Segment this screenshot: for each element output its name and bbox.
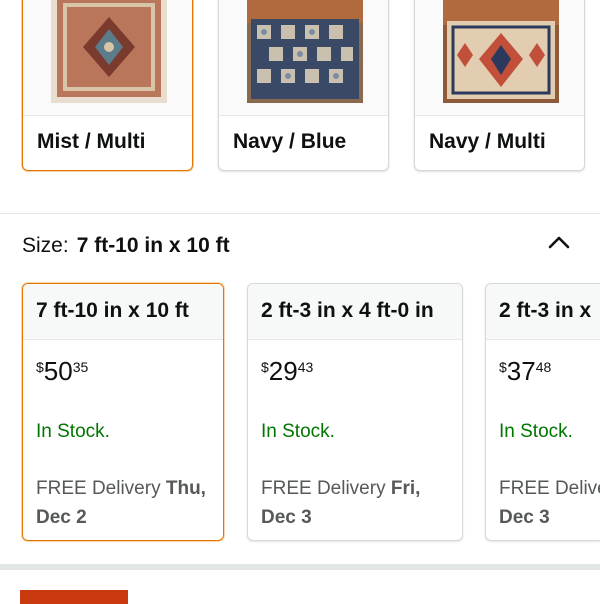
- rug-image-icon: [247, 0, 363, 103]
- delivery-date: Dec 3: [261, 507, 312, 528]
- rug-image-icon: [443, 0, 559, 103]
- price-currency: $: [499, 359, 507, 375]
- delivery-day: Fri,: [390, 478, 421, 499]
- stock-status: In Stock.: [261, 421, 335, 442]
- chevron-up-icon[interactable]: [545, 228, 573, 256]
- delivery-day: Thu,: [165, 478, 206, 499]
- size-label: Size:: [22, 234, 69, 257]
- price-fraction: 35: [72, 359, 89, 375]
- price-whole: 29: [268, 356, 298, 386]
- color-option-label: Navy / Multi: [415, 115, 584, 170]
- rug-thumbnail: [415, 0, 584, 115]
- rug-thumbnail: [219, 0, 388, 115]
- selected-size-value: 7 ft-10 in x 10 ft: [76, 234, 230, 257]
- color-option-navy-multi[interactable]: Navy / Multi: [414, 0, 585, 171]
- price-whole: 37: [506, 356, 536, 386]
- rug-thumbnail: [23, 0, 192, 115]
- size-option-title: 7 ft-10 in x 10 ft: [23, 284, 223, 340]
- price: $2943: [261, 356, 313, 387]
- color-option-label: Mist / Multi: [23, 115, 192, 170]
- delivery-date: Dec 2: [36, 507, 87, 528]
- price-fraction: 48: [535, 359, 552, 375]
- color-option-navy-blue[interactable]: Navy / Blue: [218, 0, 389, 171]
- delivery-info: FREE Delivery Thu, Dec 2: [36, 474, 206, 532]
- color-option-mist-multi[interactable]: Mist / Multi: [22, 0, 193, 171]
- price: $5035: [36, 356, 88, 387]
- delivery-prefix: FREE Delivery: [36, 478, 166, 499]
- stock-status: In Stock.: [499, 421, 573, 442]
- rug-image-icon: [51, 0, 167, 103]
- size-option-card[interactable]: 2 ft-3 in x 4 ft-0 in $2943 In Stock. FR…: [247, 283, 463, 541]
- size-option-title: 2 ft-3 in x: [486, 284, 600, 340]
- size-option-title: 2 ft-3 in x 4 ft-0 in: [248, 284, 462, 340]
- delivery-info: FREE Delivery Fri, Dec 3: [261, 474, 420, 532]
- delivery-info: FREE Delive Dec 3: [499, 474, 600, 532]
- delivery-prefix: FREE Delivery: [261, 478, 391, 499]
- color-options-row: Mist / Multi Navy / Blue Navy / Multi: [0, 0, 600, 190]
- size-selector-header: Size: 7 ft-10 in x 10 ft: [22, 234, 230, 258]
- color-option-label: Navy / Blue: [219, 115, 388, 170]
- action-button[interactable]: [20, 590, 128, 604]
- size-option-card[interactable]: 7 ft-10 in x 10 ft $5035 In Stock. FREE …: [22, 283, 224, 541]
- size-option-card[interactable]: 2 ft-3 in x $3748 In Stock. FREE Delive …: [485, 283, 600, 541]
- delivery-date: Dec 3: [499, 507, 550, 528]
- price-whole: 50: [43, 356, 73, 386]
- price-currency: $: [36, 359, 44, 375]
- price-currency: $: [261, 359, 269, 375]
- section-divider: [0, 213, 600, 214]
- price: $3748: [499, 356, 551, 387]
- price-fraction: 43: [297, 359, 314, 375]
- stock-status: In Stock.: [36, 421, 110, 442]
- delivery-prefix: FREE Delive: [499, 478, 600, 499]
